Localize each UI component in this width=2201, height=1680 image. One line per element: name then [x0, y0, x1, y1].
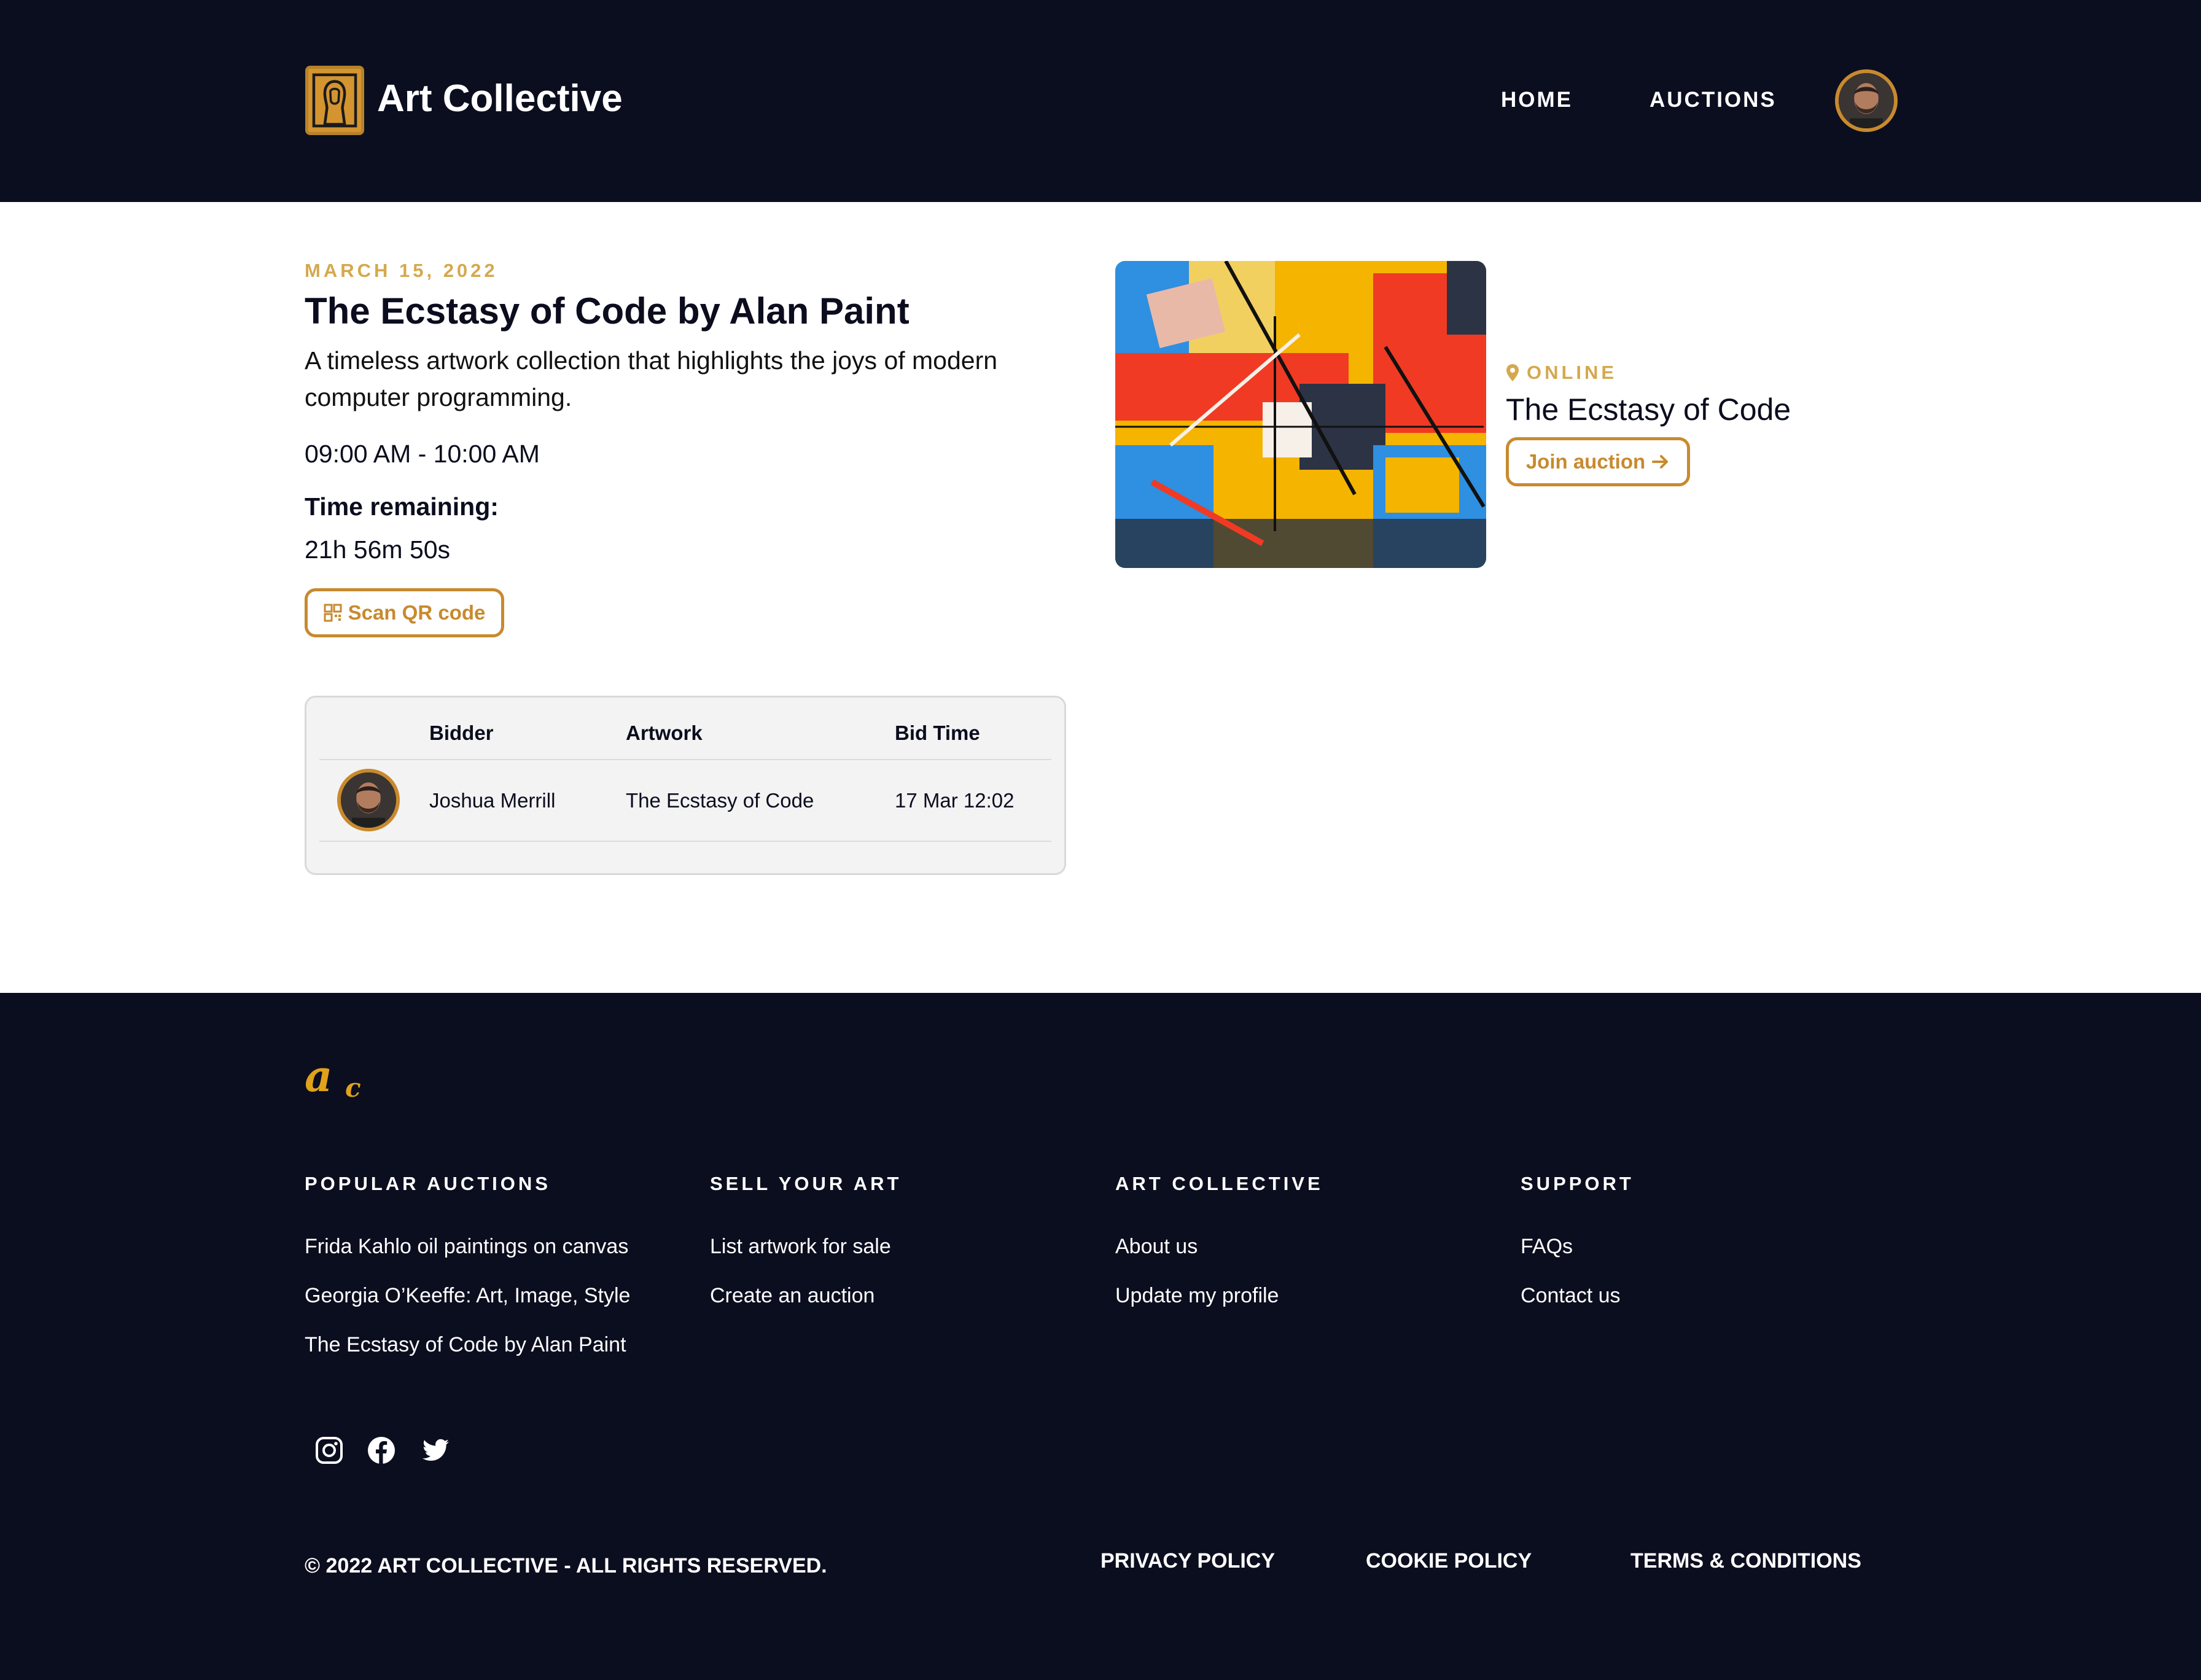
column-header-bidder: Bidder: [429, 721, 494, 744]
privacy-policy-link[interactable]: PRIVACY POLICY: [1100, 1547, 1275, 1574]
time-remaining-label: Time remaining:: [305, 492, 499, 521]
table-row-bidder: Joshua Merrill: [429, 789, 556, 812]
footer-link[interactable]: FAQs: [1521, 1233, 1573, 1260]
footer-heading-support: SUPPORT: [1521, 1173, 1634, 1194]
table-divider: [319, 759, 1051, 760]
arrow-right-icon: [1652, 455, 1669, 469]
column-header-artwork: Artwork: [626, 721, 703, 744]
event-title: The Ecstasy of Code by Alan Paint: [305, 290, 910, 332]
footer-heading-popular-auctions: POPULAR AUCTIONS: [305, 1173, 551, 1194]
twitter-icon[interactable]: [421, 1436, 450, 1465]
footer-heading-sell-your-art: SELL YOUR ART: [710, 1173, 902, 1194]
footer-link[interactable]: Georgia O’Keeffe: Art, Image, Style: [305, 1282, 630, 1309]
copyright: © 2022 ART COLLECTIVE - ALL RIGHTS RESER…: [305, 1554, 827, 1577]
qr-code-icon: [324, 604, 342, 622]
bidder-avatar: [337, 769, 400, 831]
footer-link[interactable]: About us: [1115, 1233, 1198, 1260]
footer-logo-icon[interactable]: a c: [305, 1057, 372, 1100]
nav-home[interactable]: HOME: [1501, 87, 1573, 114]
footer-link[interactable]: Frida Kahlo oil paintings on canvas: [305, 1233, 628, 1260]
map-pin-icon: [1506, 364, 1519, 381]
footer-link[interactable]: The Ecstasy of Code by Alan Paint: [305, 1331, 626, 1358]
footer-link[interactable]: Create an auction: [710, 1282, 875, 1309]
footer-link[interactable]: Update my profile: [1115, 1282, 1279, 1309]
svg-text:c: c: [345, 1073, 361, 1100]
nav-auctions[interactable]: AUCTIONS: [1650, 87, 1777, 114]
join-auction-label: Join auction: [1525, 450, 1646, 473]
table-divider: [319, 841, 1051, 842]
user-avatar[interactable]: [1835, 69, 1898, 132]
location-label: ONLINE: [1527, 362, 1618, 383]
scan-qr-label: Scan QR code: [348, 601, 486, 624]
footer-link[interactable]: Contact us: [1521, 1282, 1621, 1309]
event-description: A timeless artwork collection that highl…: [305, 346, 998, 411]
cookie-policy-link[interactable]: COOKIE POLICY: [1366, 1547, 1532, 1574]
framed-portrait-icon[interactable]: [305, 66, 364, 135]
artwork-image[interactable]: [1115, 261, 1486, 568]
table-row-bid-time: 17 Mar 12:02: [895, 789, 1015, 812]
join-auction-button[interactable]: Join auction: [1506, 437, 1690, 486]
footer-heading-art-collective: ART COLLECTIVE: [1115, 1173, 1323, 1194]
event-date: MARCH 15, 2022: [305, 260, 498, 281]
svg-text:a: a: [305, 1057, 332, 1100]
column-header-bid-time: Bid Time: [895, 721, 980, 744]
footer-link[interactable]: List artwork for sale: [710, 1233, 891, 1260]
location-online: ONLINE: [1506, 360, 1617, 385]
brand-name[interactable]: Art Collective: [377, 76, 623, 122]
auction-card-title: The Ecstasy of Code: [1506, 392, 1791, 427]
table-row-artwork: The Ecstasy of Code: [626, 789, 814, 812]
time-remaining-value: 21h 56m 50s: [305, 535, 451, 564]
instagram-icon[interactable]: [314, 1436, 344, 1465]
facebook-icon[interactable]: [367, 1436, 396, 1465]
event-time-range: 09:00 AM - 10:00 AM: [305, 440, 540, 468]
scan-qr-button[interactable]: Scan QR code: [305, 588, 504, 637]
terms-conditions-link[interactable]: TERMS & CONDITIONS: [1630, 1547, 1861, 1574]
